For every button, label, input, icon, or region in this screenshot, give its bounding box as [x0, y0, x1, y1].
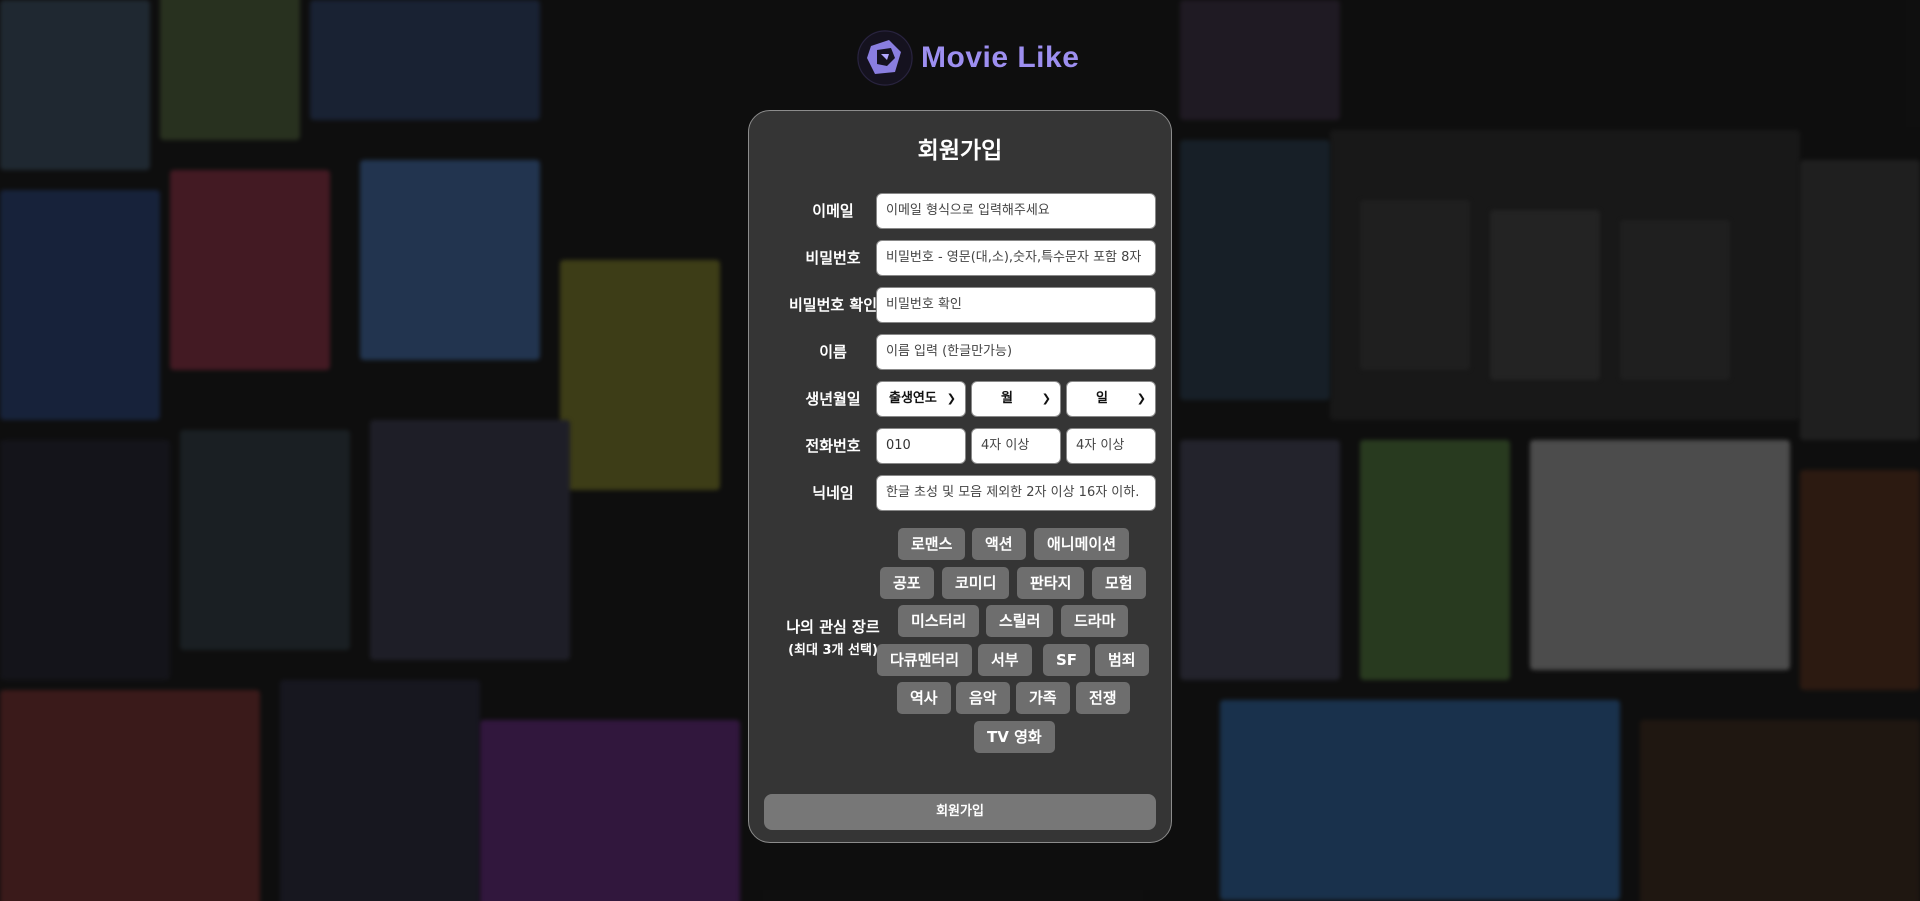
movie-like-logo-icon [857, 30, 913, 86]
birth-day-value: 일 [1096, 391, 1108, 406]
genre-chip-animation[interactable]: 애니메이션 [1034, 528, 1130, 560]
chevron-down-icon: ❯ [946, 392, 956, 405]
email-row: 이메일 이메일 형식으로 입력해주세요 [749, 193, 1171, 229]
brand-logo[interactable]: Movie Like [857, 30, 1079, 86]
email-placeholder: 이메일 형식으로 입력해주세요 [886, 203, 1050, 218]
phone-last-field[interactable]: 4자 이상 [1066, 428, 1156, 464]
nickname-placeholder: 한글 초성 및 모음 제외한 2자 이상 16자 이하. [886, 485, 1140, 500]
password-row: 비밀번호 비밀번호 - 영문(대,소),숫자,특수문자 포함 8자 [749, 240, 1171, 276]
password-confirm-field[interactable]: 비밀번호 확인 [876, 287, 1156, 323]
name-field[interactable]: 이름 입력 (한글만가능) [876, 334, 1156, 370]
birth-month-select[interactable]: 월 ❯ [971, 381, 1061, 417]
name-row: 이름 이름 입력 (한글만가능) [749, 334, 1171, 370]
phone-middle-placeholder: 4자 이상 [981, 438, 1030, 453]
phone-middle-field[interactable]: 4자 이상 [971, 428, 1061, 464]
genre-chip-war[interactable]: 전쟁 [1076, 682, 1130, 714]
signup-card: 회원가입 이메일 이메일 형식으로 입력해주세요 비밀번호 비밀번호 - 영문(… [748, 110, 1172, 843]
nickname-field[interactable]: 한글 초성 및 모음 제외한 2자 이상 16자 이하. [876, 475, 1156, 511]
password-field[interactable]: 비밀번호 - 영문(대,소),숫자,특수문자 포함 8자 [876, 240, 1156, 276]
signup-submit-button[interactable]: 회원가입 [764, 794, 1156, 830]
genre-chip-adventure[interactable]: 모험 [1092, 567, 1146, 599]
phone-last-placeholder: 4자 이상 [1076, 438, 1125, 453]
genre-chip-sf[interactable]: SF [1043, 644, 1091, 676]
password-confirm-placeholder: 비밀번호 확인 [886, 297, 962, 312]
birth-year-value: 출생연도 [889, 391, 937, 406]
password-placeholder: 비밀번호 - 영문(대,소),숫자,특수문자 포함 8자 [886, 250, 1142, 265]
chevron-down-icon: ❯ [1136, 392, 1146, 405]
chevron-down-icon: ❯ [1041, 392, 1051, 405]
genre-chip-comedy[interactable]: 코미디 [942, 567, 1010, 599]
genre-chip-thriller[interactable]: 스릴러 [986, 605, 1054, 637]
genre-chip-western[interactable]: 서부 [978, 644, 1032, 676]
genre-chip-tv-movie[interactable]: TV 영화 [974, 721, 1055, 753]
nickname-row: 닉네임 한글 초성 및 모음 제외한 2자 이상 16자 이하. [749, 475, 1171, 511]
password-confirm-row: 비밀번호 확인 비밀번호 확인 [749, 287, 1171, 323]
genre-chip-documentary[interactable]: 다큐멘터리 [877, 644, 973, 676]
genre-chip-history[interactable]: 역사 [897, 682, 951, 714]
genre-chip-romance[interactable]: 로맨스 [898, 528, 966, 560]
birth-month-value: 월 [1001, 391, 1013, 406]
genre-chip-family[interactable]: 가족 [1016, 682, 1070, 714]
genre-chip-horror[interactable]: 공포 [880, 567, 934, 599]
page-title: 회원가입 [917, 138, 1003, 164]
phone-prefix-value: 010 [886, 438, 911, 453]
genre-chip-crime[interactable]: 범죄 [1095, 644, 1149, 676]
genre-chip-mystery[interactable]: 미스터리 [898, 605, 980, 637]
genre-chip-action[interactable]: 액션 [972, 528, 1026, 560]
genre-title: 나의 관심 장르 [786, 618, 880, 636]
phone-row: 전화번호 010 4자 이상 4자 이상 [749, 428, 1171, 464]
name-placeholder: 이름 입력 (한글만가능) [886, 344, 1013, 359]
email-field[interactable]: 이메일 형식으로 입력해주세요 [876, 193, 1156, 229]
birth-day-select[interactable]: 일 ❯ [1066, 381, 1156, 417]
birth-year-select[interactable]: 출생연도 ❯ [876, 381, 966, 417]
brand-name: Movie Like [921, 41, 1080, 74]
phone-prefix-field[interactable]: 010 [876, 428, 966, 464]
genre-chip-drama[interactable]: 드라마 [1061, 605, 1129, 637]
genre-chip-fantasy[interactable]: 판타지 [1017, 567, 1085, 599]
genre-chip-music[interactable]: 음악 [956, 682, 1010, 714]
birth-row: 생년월일 출생연도 ❯ 월 ❯ 일 ❯ [749, 381, 1171, 417]
